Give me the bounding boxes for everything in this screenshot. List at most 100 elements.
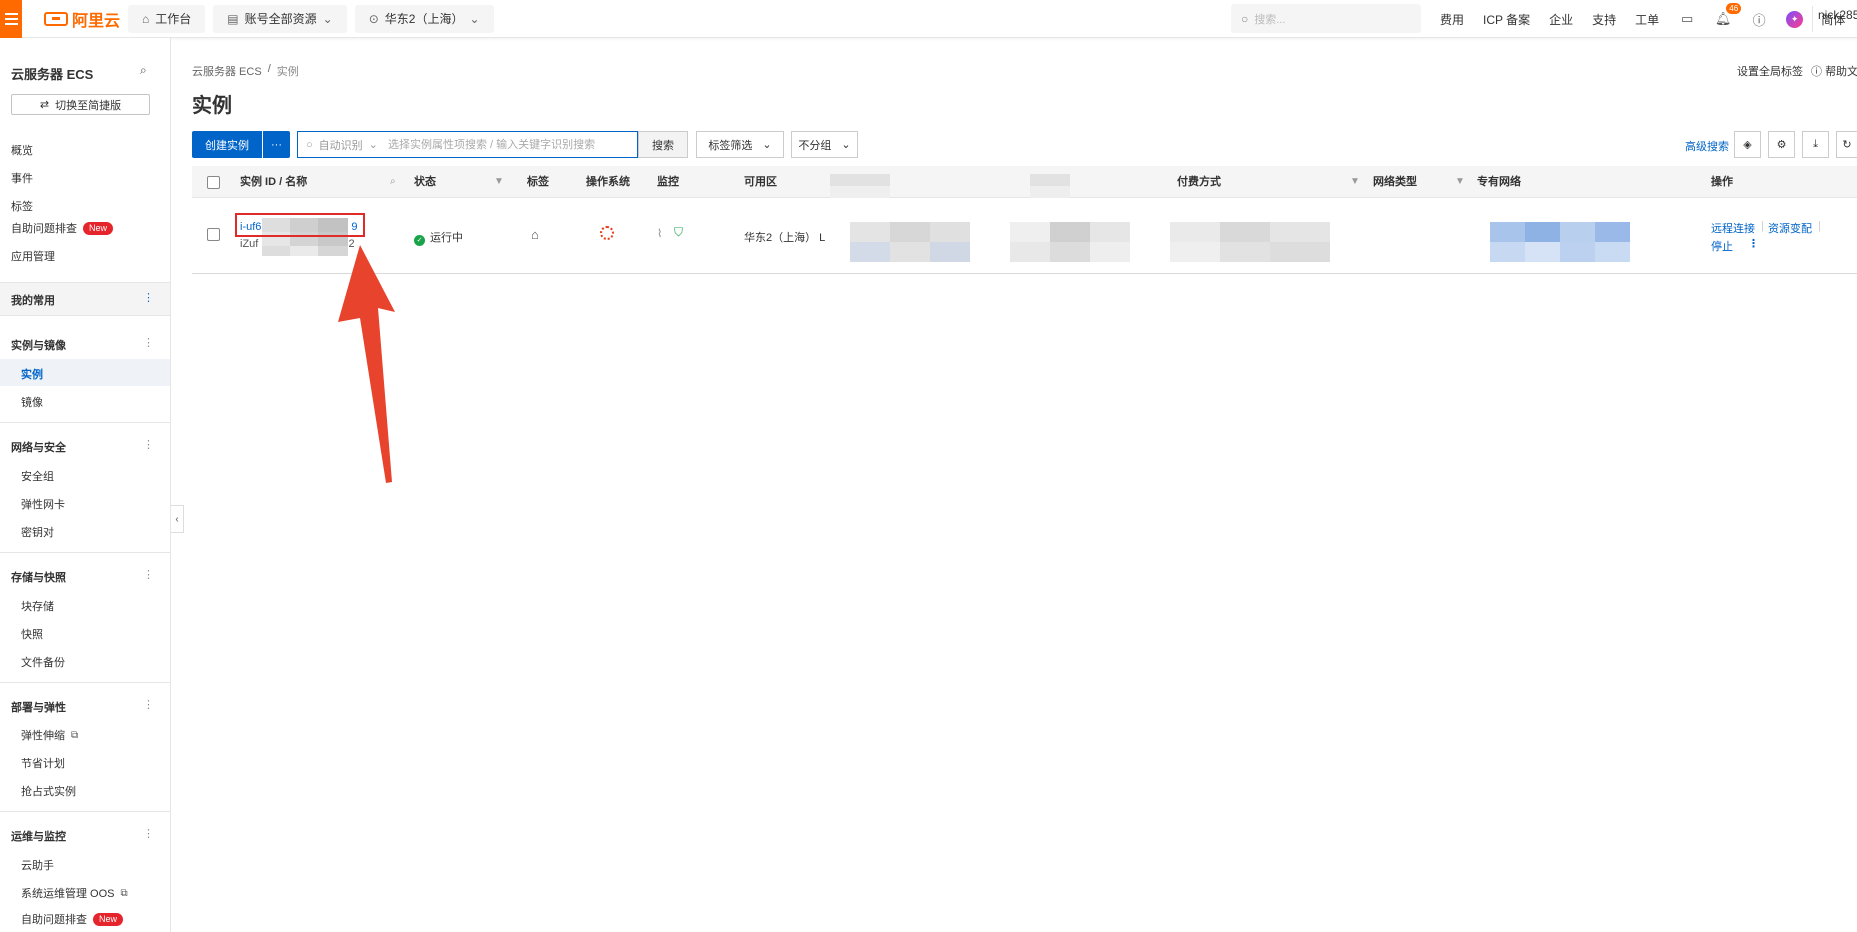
sidebar-item-overview[interactable]: 概览 — [11, 142, 33, 158]
sidebar-item-auto-scaling[interactable]: 弹性伸缩 ⧉ — [21, 727, 78, 743]
icp-link[interactable]: ICP 备案 — [1483, 11, 1530, 28]
sidebar-divider — [0, 552, 171, 553]
sidebar-group-favorites[interactable]: 我的常用 — [11, 292, 55, 308]
search-button[interactable]: 搜索 — [638, 131, 688, 158]
more-icon[interactable]: ⋮ — [143, 568, 154, 581]
more-icon[interactable]: ⋮ — [143, 291, 154, 304]
redacted-cell — [1010, 222, 1130, 264]
sidebar-item-security-groups[interactable]: 安全组 — [21, 468, 54, 484]
gear-icon[interactable]: ⚙ — [1768, 131, 1795, 158]
help-doc-link[interactable]: ⓘ 帮助文档 — [1811, 63, 1857, 79]
workbench-button[interactable]: ⌂ 工作台 — [128, 4, 206, 33]
status-badge: ✓ 运行中 — [414, 229, 463, 246]
group-dropdown[interactable]: 不分组 ⌄ — [791, 131, 858, 158]
logo-mark-icon — [44, 11, 68, 26]
top-links: 费用 ICP 备案 企业 支持 工单 ▭ 🔔︎ 46 ⓘ ✦ 简体 — [1440, 0, 1857, 38]
search-icon: ○ — [1241, 11, 1249, 26]
resize-link[interactable]: 资源变配 — [1768, 220, 1812, 236]
switch-simple-button[interactable]: ⇄ 切换至简捷版 — [11, 94, 150, 115]
chevron-down-icon: ⌄ — [368, 139, 378, 151]
page-actions: 设置全局标签 ⓘ 帮助文档 — [1737, 63, 1857, 79]
search-input[interactable] — [388, 132, 637, 157]
sidebar-item-file-backup[interactable]: 文件备份 — [21, 654, 65, 670]
arrow-annotation-icon — [338, 245, 395, 483]
sidebar-divider — [0, 422, 171, 423]
more-icon[interactable]: ⋮ — [143, 698, 154, 711]
select-all-checkbox[interactable] — [207, 176, 220, 189]
sidebar-item-eni[interactable]: 弹性网卡 — [21, 496, 65, 512]
collapse-sidebar-icon[interactable]: ‹ — [171, 505, 184, 533]
region-dropdown[interactable]: ⊙ 华东2（上海） ⌄ — [354, 4, 494, 33]
remote-connect-link[interactable]: 远程连接 — [1711, 220, 1755, 236]
sidebar-item-tags[interactable]: 标签 — [11, 198, 33, 214]
sidebar-item-savings-plan[interactable]: 节省计划 — [21, 755, 65, 771]
highlight-box — [235, 213, 365, 237]
layers-icon[interactable]: ◈ — [1734, 131, 1761, 158]
instance-name-prefix: iZuf — [240, 238, 259, 250]
sidebar-divider — [0, 811, 171, 812]
filter-icon[interactable]: ▼ — [494, 166, 504, 198]
refresh-icon[interactable]: ↻ — [1836, 131, 1857, 158]
filter-icon[interactable]: ▼ — [1350, 166, 1360, 198]
switch-label: 切换至简捷版 — [55, 99, 122, 112]
search-icon[interactable]: ⌕ — [390, 166, 396, 198]
more-icon[interactable]: ⋮ — [143, 827, 154, 840]
username[interactable]: nick285 — [1818, 8, 1857, 22]
aliyun-logo[interactable]: 阿里云 — [44, 7, 120, 31]
stop-link[interactable]: 停止 — [1711, 238, 1733, 254]
region-label: 华东2（上海） — [384, 12, 464, 26]
logo-text: 阿里云 — [72, 12, 121, 30]
menu-icon[interactable] — [0, 0, 22, 38]
external-link-icon: ⧉ — [71, 729, 79, 741]
more-icon[interactable]: ⋮ — [143, 336, 154, 349]
breadcrumb-separator: / — [267, 63, 271, 75]
shield-check-icon[interactable]: ⛉ — [674, 225, 683, 240]
more-actions-button[interactable]: ··· — [263, 131, 290, 158]
sidebar-item-self-diagnose-2[interactable]: 自助问题排查 New — [21, 911, 124, 927]
help-doc-label: 帮助文档 — [1825, 66, 1857, 78]
bell-icon[interactable]: 🔔︎ 46 — [1714, 3, 1742, 28]
search-type-dropdown[interactable]: ○ 自动识别 ⌄ — [298, 132, 388, 157]
tag-filter-dropdown[interactable]: 标签筛选 ⌄ — [696, 131, 784, 158]
sidebar-item-instances[interactable]: 实例 — [21, 366, 43, 382]
tag-icon[interactable]: ⌂ — [531, 227, 539, 242]
sidebar-item-label: 弹性伸缩 — [21, 730, 65, 742]
breadcrumb-ecs[interactable]: 云服务器 ECS — [192, 63, 262, 79]
page-title: 实例 — [192, 95, 232, 117]
support-link[interactable]: 支持 — [1592, 11, 1616, 28]
download-icon[interactable]: ⤓ — [1802, 131, 1829, 158]
sidebar-item-key-pairs[interactable]: 密钥对 — [21, 524, 54, 540]
notification-badge: 46 — [1726, 3, 1742, 14]
billing-link[interactable]: 费用 — [1440, 11, 1464, 28]
sidebar-item-events[interactable]: 事件 — [11, 170, 33, 186]
more-icon[interactable]: ⋮ — [143, 438, 154, 451]
global-search[interactable]: ○ 搜索... — [1231, 4, 1421, 33]
terminal-icon[interactable]: ▭ — [1678, 10, 1696, 28]
enterprise-link[interactable]: 企业 — [1549, 11, 1573, 28]
help-icon[interactable]: ⓘ — [1750, 10, 1768, 28]
sidebar-item-images[interactable]: 镜像 — [21, 394, 43, 410]
chevron-down-icon: ⌄ — [322, 11, 333, 26]
sidebar-item-snapshots[interactable]: 快照 — [21, 626, 43, 642]
instance-search: ○ 自动识别 ⌄ — [297, 131, 638, 158]
sidebar-item-spot-instances[interactable]: 抢占式实例 — [21, 783, 76, 799]
sidebar-item-app-management[interactable]: 应用管理 — [11, 248, 55, 264]
sidebar-item-block-storage[interactable]: 块存储 — [21, 598, 54, 614]
filter-icon[interactable]: ▼ — [1455, 166, 1465, 198]
chevron-down-icon: ⌄ — [469, 11, 480, 26]
ticket-link[interactable]: 工单 — [1635, 11, 1659, 28]
avatar[interactable]: ✦ — [1786, 10, 1804, 28]
chart-icon[interactable]: ⌇ — [657, 227, 662, 240]
col-zone: 可用区 — [744, 176, 777, 188]
row-checkbox[interactable] — [207, 228, 220, 241]
advanced-search-link[interactable]: 高级搜索 — [1685, 138, 1729, 154]
search-icon[interactable]: ⌕ — [140, 63, 147, 78]
sidebar-item-oos[interactable]: 系统运维管理 OOS ⧉ — [21, 885, 128, 901]
resource-scope-dropdown[interactable]: ▤ 账号全部资源 ⌄ — [213, 4, 347, 33]
sidebar-item-cloud-assistant[interactable]: 云助手 — [21, 857, 54, 873]
global-tag-settings-link[interactable]: 设置全局标签 — [1737, 63, 1803, 79]
sidebar-item-self-diagnose[interactable]: 自助问题排查 New — [11, 220, 114, 236]
create-instance-button[interactable]: 创建实例 — [192, 131, 262, 158]
more-icon[interactable]: ⋮ — [1748, 237, 1759, 250]
group-label: 不分组 — [798, 139, 832, 152]
